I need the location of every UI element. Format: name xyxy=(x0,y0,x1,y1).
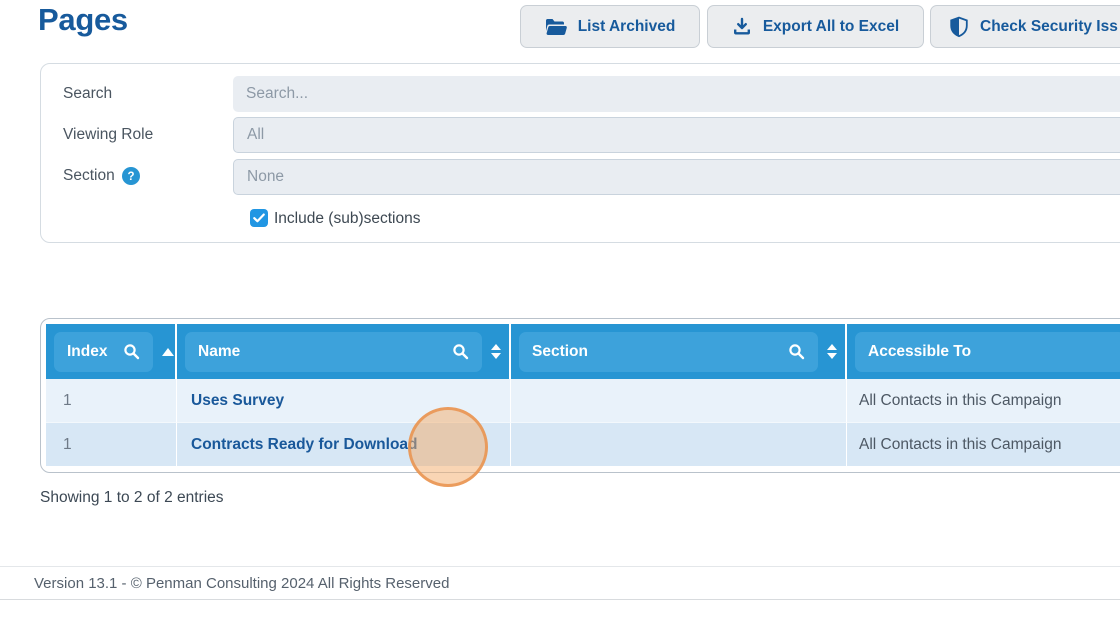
footer-version-text: Version 13.1 - © Penman Consulting 2024 … xyxy=(34,575,449,592)
list-archived-label: List Archived xyxy=(578,18,676,36)
index-filter-button[interactable]: Index xyxy=(54,332,153,372)
section-cell xyxy=(511,422,847,466)
viewing-role-label: Viewing Role xyxy=(63,126,153,144)
sort-ascending-icon[interactable] xyxy=(162,348,174,356)
include-subsections-checkbox[interactable] xyxy=(250,209,268,227)
accessible-to-cell: All Contacts in this Campaign xyxy=(847,422,1120,466)
search-icon[interactable] xyxy=(788,343,805,360)
sort-both-icon[interactable] xyxy=(827,344,837,359)
column-header-index: Index xyxy=(46,324,177,379)
index-cell: 1 xyxy=(46,379,177,422)
section-column-label: Section xyxy=(532,343,588,361)
accessible-to-column-label: Accessible To xyxy=(868,343,971,361)
check-security-issues-button[interactable]: Check Security Iss xyxy=(930,5,1120,48)
page-title: Pages xyxy=(38,2,128,38)
check-icon xyxy=(253,213,265,223)
accessible-to-filter-button[interactable]: Accessible To xyxy=(855,332,1120,372)
index-column-label: Index xyxy=(67,343,107,361)
pages-table: Index Name Section xyxy=(40,318,1120,473)
download-icon xyxy=(732,17,752,37)
export-all-label: Export All to Excel xyxy=(763,18,899,36)
check-security-label: Check Security Iss xyxy=(980,18,1118,36)
shield-half-icon xyxy=(949,16,969,38)
search-icon[interactable] xyxy=(123,343,140,360)
folder-open-icon xyxy=(545,18,567,36)
column-header-accessible-to: Accessible To xyxy=(847,324,1120,379)
section-select[interactable]: None xyxy=(233,159,1120,195)
viewing-role-value: All xyxy=(247,126,264,144)
table-entries-summary: Showing 1 to 2 of 2 entries xyxy=(40,489,224,507)
include-subsections-label: Include (sub)sections xyxy=(274,210,420,228)
filter-panel: Search Viewing Role All Section ? None I… xyxy=(40,63,1120,243)
search-icon[interactable] xyxy=(452,343,469,360)
help-icon[interactable]: ? xyxy=(122,167,140,185)
section-value: None xyxy=(247,168,284,186)
column-header-section: Section xyxy=(511,324,847,379)
column-header-name: Name xyxy=(177,324,511,379)
section-filter-button[interactable]: Section xyxy=(519,332,818,372)
list-archived-button[interactable]: List Archived xyxy=(520,5,700,48)
index-cell: 1 xyxy=(46,422,177,466)
accessible-to-cell: All Contacts in this Campaign xyxy=(847,379,1120,422)
viewing-role-select[interactable]: All xyxy=(233,117,1120,153)
page-name-link[interactable]: Uses Survey xyxy=(177,379,511,422)
name-column-label: Name xyxy=(198,343,240,361)
page-name-link[interactable]: Contracts Ready for Download xyxy=(177,422,511,466)
export-all-to-excel-button[interactable]: Export All to Excel xyxy=(707,5,924,48)
search-label: Search xyxy=(63,85,112,103)
footer-bar: Version 13.1 - © Penman Consulting 2024 … xyxy=(0,566,1120,600)
search-input[interactable] xyxy=(233,76,1120,112)
section-cell xyxy=(511,379,847,422)
svg-text:?: ? xyxy=(127,171,134,183)
sort-both-icon[interactable] xyxy=(491,344,501,359)
name-filter-button[interactable]: Name xyxy=(185,332,482,372)
section-label: Section ? xyxy=(63,167,140,185)
